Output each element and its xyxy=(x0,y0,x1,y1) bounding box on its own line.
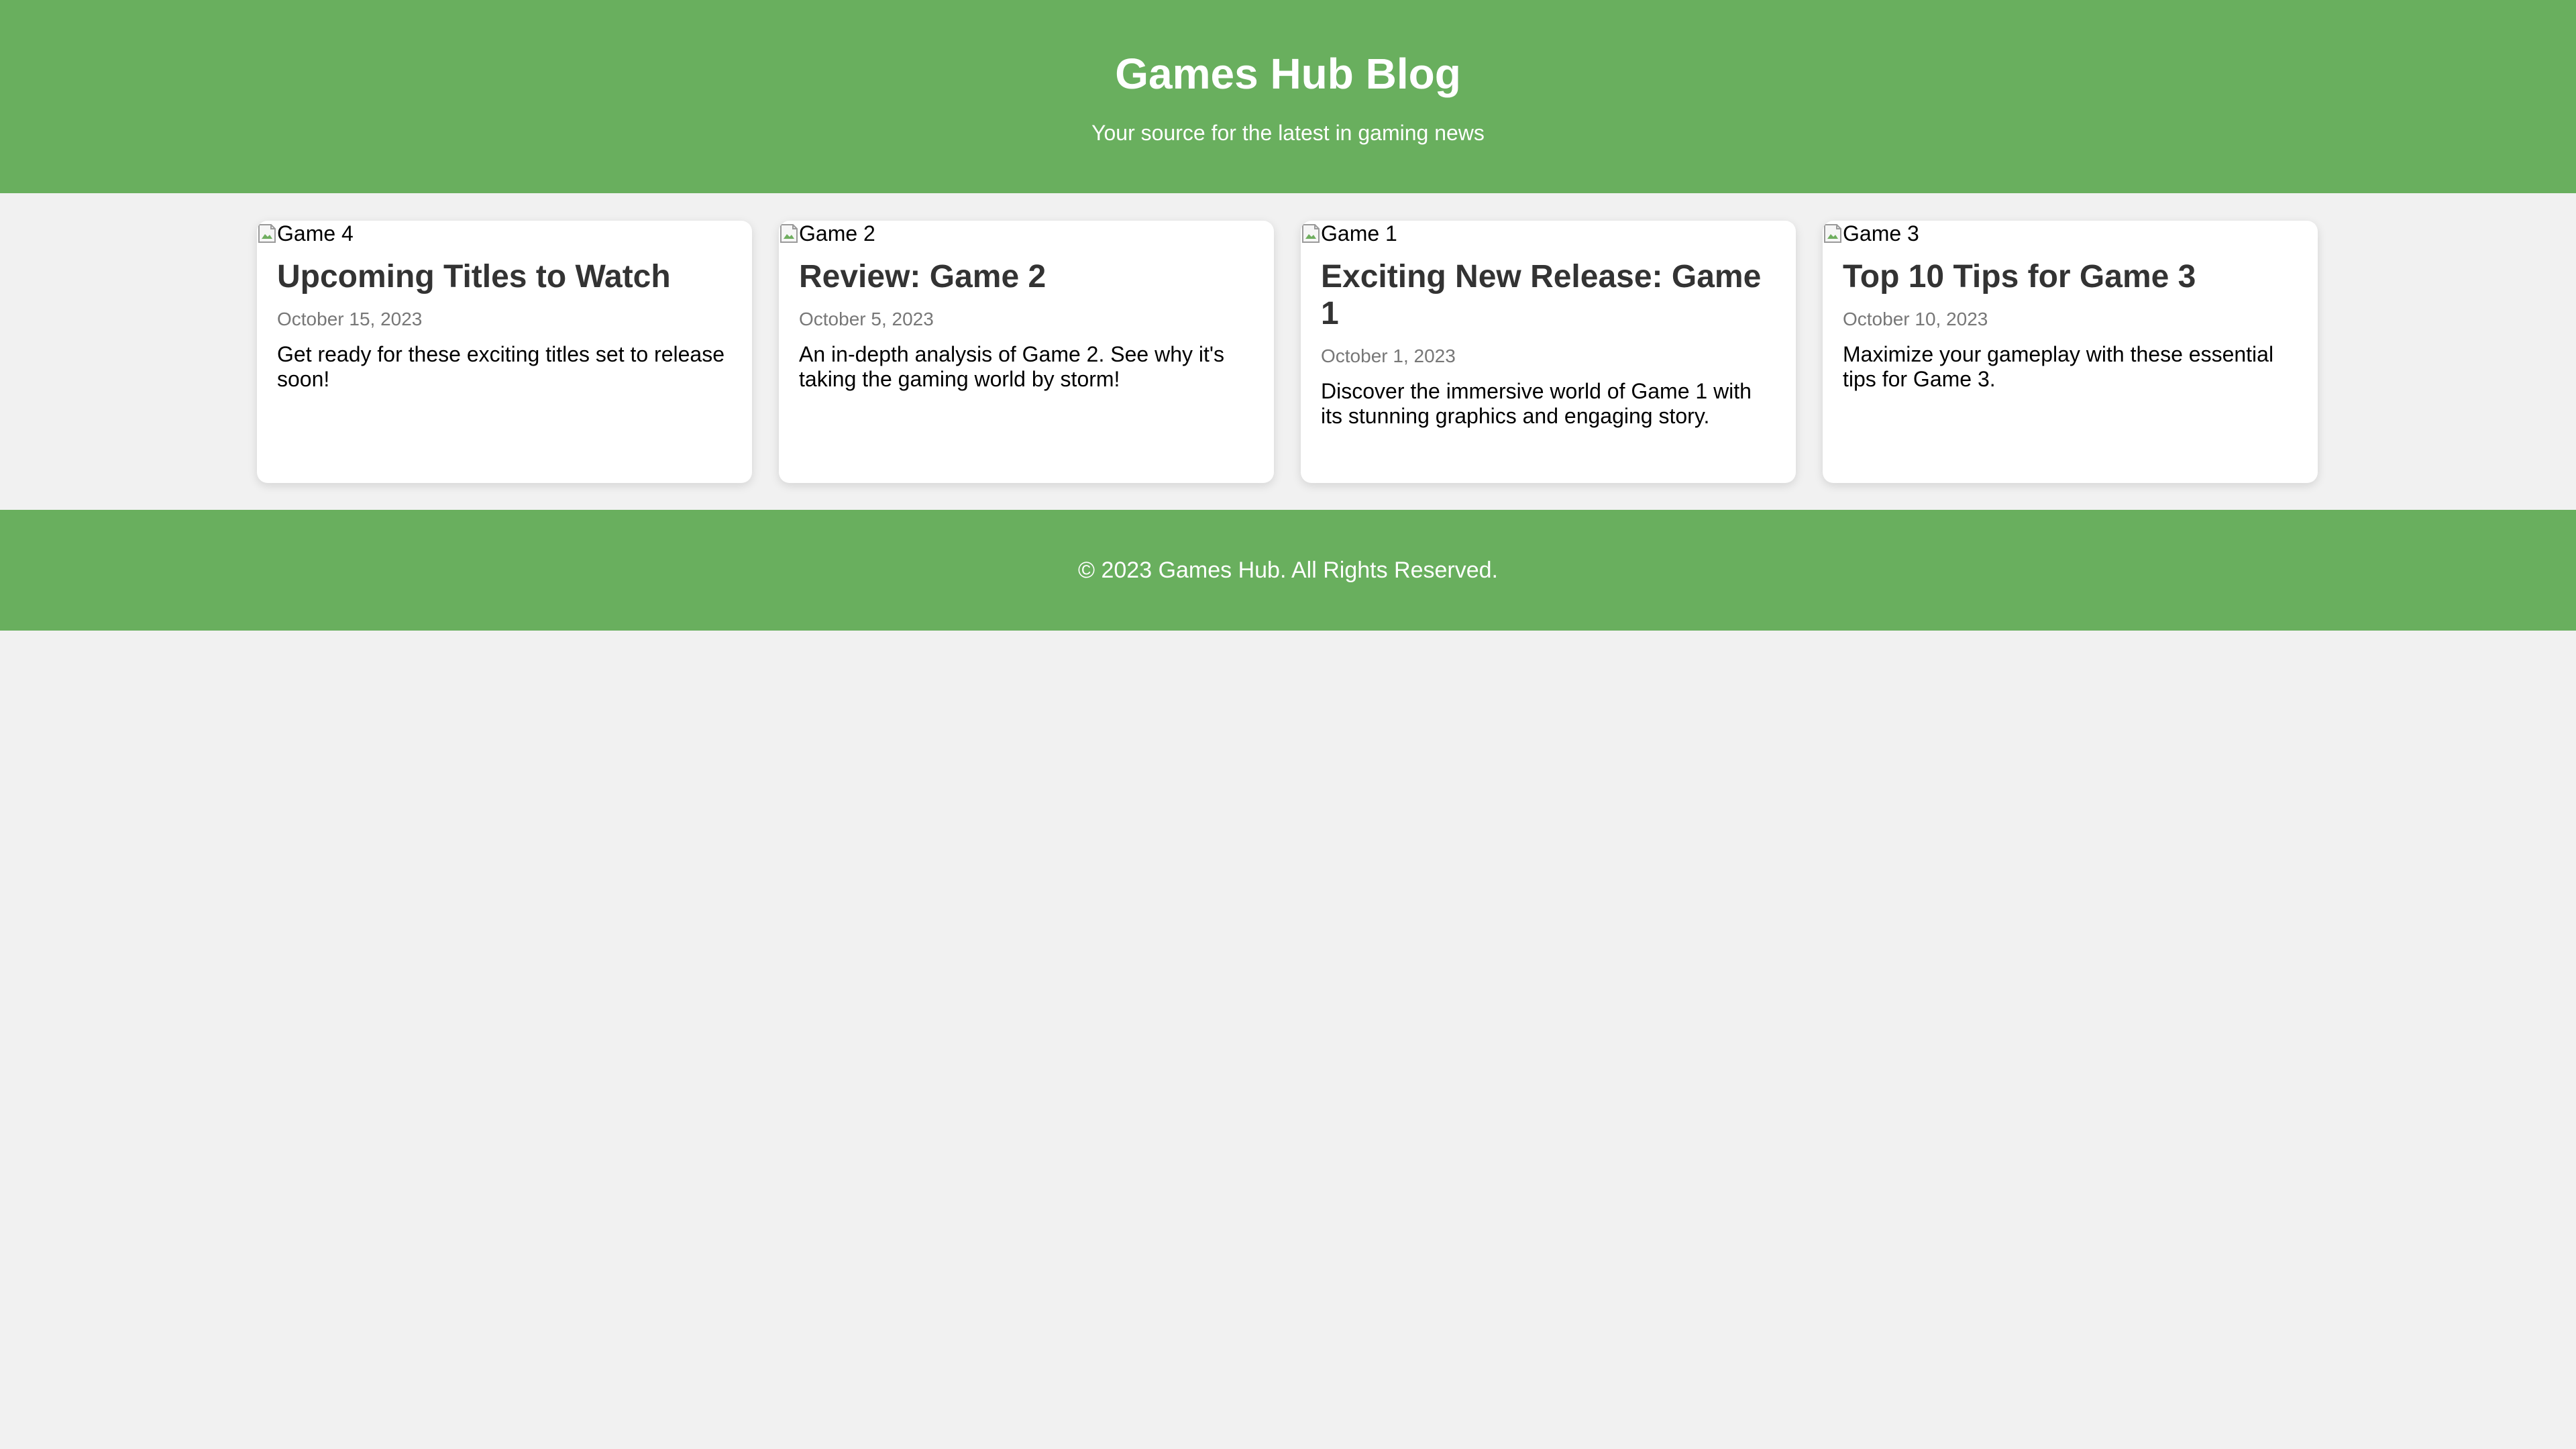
footer-copyright: © 2023 Games Hub. All Rights Reserved. xyxy=(1077,557,1498,583)
post-excerpt: An in-depth analysis of Game 2. See why … xyxy=(799,342,1224,391)
post-image: Game 4 xyxy=(257,221,752,246)
site-header: Games Hub Blog Your source for the lates… xyxy=(0,0,2576,193)
post-image: Game 1 xyxy=(1301,221,1796,246)
post-date: October 10, 2023 xyxy=(1843,309,1988,329)
post-card[interactable]: Game 1 Exciting New Release: Game 1 Octo… xyxy=(1301,221,1796,483)
post-title[interactable]: Top 10 Tips for Game 3 xyxy=(1843,258,2298,295)
post-image-alt: Game 3 xyxy=(1843,221,1919,246)
post-excerpt: Discover the immersive world of Game 1 w… xyxy=(1321,379,1752,428)
post-excerpt: Maximize your gameplay with these essent… xyxy=(1843,342,2274,391)
post-excerpt: Get ready for these exciting titles set … xyxy=(277,342,724,391)
post-title[interactable]: Upcoming Titles to Watch xyxy=(277,258,732,295)
post-image: Game 2 xyxy=(779,221,1274,246)
broken-image-icon xyxy=(257,223,277,244)
post-image-alt: Game 4 xyxy=(277,221,354,246)
post-card[interactable]: Game 4 Upcoming Titles to Watch October … xyxy=(257,221,752,483)
broken-image-icon xyxy=(1301,223,1321,244)
post-image-alt: Game 2 xyxy=(799,221,875,246)
site-title: Games Hub Blog xyxy=(1115,50,1461,98)
post-date: October 15, 2023 xyxy=(277,309,423,329)
post-date: October 1, 2023 xyxy=(1321,345,1456,366)
post-title[interactable]: Exciting New Release: Game 1 xyxy=(1321,258,1776,332)
post-list: Game 4 Upcoming Titles to Watch October … xyxy=(257,221,2318,483)
post-card[interactable]: Game 2 Review: Game 2 October 5, 2023 An… xyxy=(779,221,1274,483)
post-image-alt: Game 1 xyxy=(1321,221,1397,246)
broken-image-icon xyxy=(1823,223,1843,244)
post-title[interactable]: Review: Game 2 xyxy=(799,258,1254,295)
post-date: October 5, 2023 xyxy=(799,309,934,329)
post-card[interactable]: Game 3 Top 10 Tips for Game 3 October 10… xyxy=(1823,221,2318,483)
broken-image-icon xyxy=(779,223,799,244)
site-tagline: Your source for the latest in gaming new… xyxy=(1091,121,1485,145)
site-footer: © 2023 Games Hub. All Rights Reserved. xyxy=(0,510,2576,631)
post-image: Game 3 xyxy=(1823,221,2318,246)
